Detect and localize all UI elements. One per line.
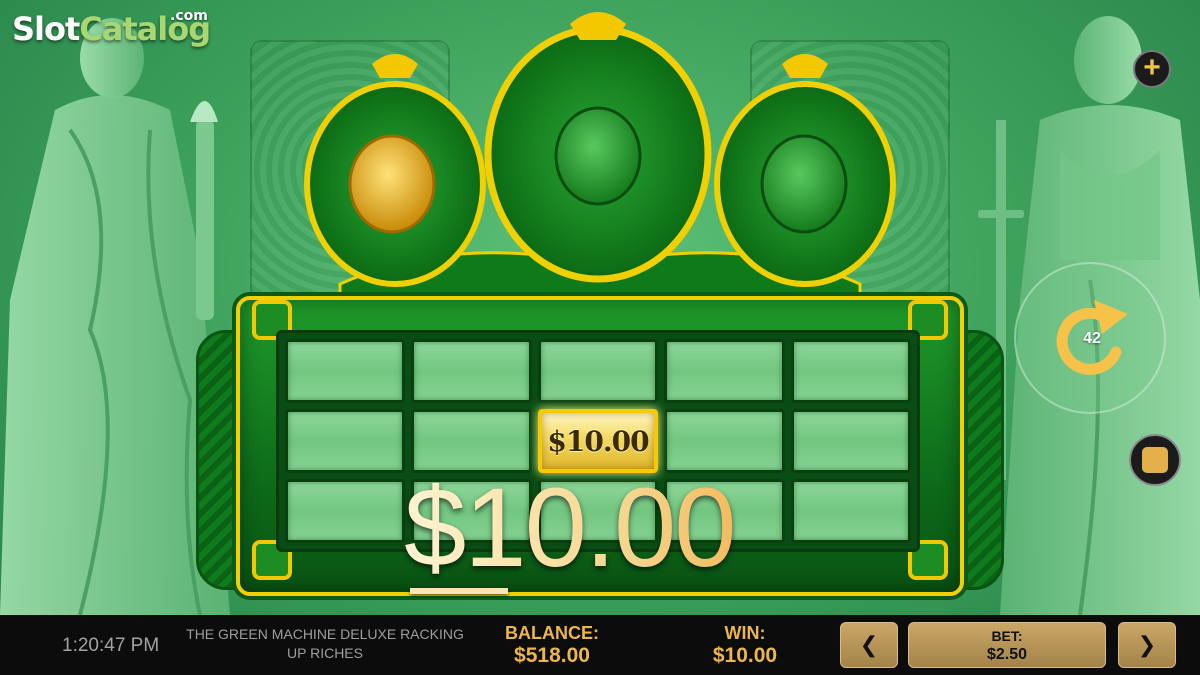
medallion-crest (300, 4, 900, 324)
bet-display[interactable]: BET: $2.50 (908, 622, 1106, 668)
game-title: THE GREEN MACHINE DELUXE RACKING UP RICH… (186, 626, 464, 661)
reel-cell (664, 339, 785, 403)
reel-cell (537, 339, 659, 403)
reel-cell (664, 409, 785, 473)
watermark-slot: Slot (12, 10, 80, 48)
slotcatalog-watermark: SlotCatalog .com (12, 8, 212, 58)
watermark-suffix: .com (170, 8, 208, 24)
reel-cell (285, 339, 406, 403)
plus-icon[interactable]: + (1133, 50, 1171, 88)
win-display: WIN: $10.00 (690, 623, 800, 669)
status-bar: 1:20:47 PM THE GREEN MACHINE DELUXE RACK… (0, 615, 1200, 675)
win-label: WIN: (724, 623, 766, 643)
win-amount-underline (410, 588, 508, 594)
stop-icon[interactable] (1129, 434, 1181, 486)
balance-display: BALANCE: $518.00 (492, 623, 612, 669)
reel-cell (411, 339, 532, 403)
reel-cell (285, 409, 406, 473)
clock: 1:20:47 PM (62, 635, 160, 656)
reel-cell (790, 339, 911, 403)
win-value: $10.00 (712, 644, 778, 667)
autospin-count: 42 (1083, 330, 1101, 347)
reel-cell (285, 479, 406, 543)
reel-cell (790, 409, 911, 473)
win-amount-display: $10.00 (404, 468, 824, 598)
bet-label: BET: (991, 628, 1023, 644)
autospin-button[interactable]: 42 (1014, 262, 1166, 414)
prize-symbol-value: $10.00 (547, 424, 649, 458)
balance-label: BALANCE: (505, 623, 599, 643)
bet-increase-button[interactable]: ❯ (1118, 622, 1176, 668)
reel-cell (411, 409, 532, 473)
bet-value: $2.50 (986, 646, 1028, 663)
balance-value: $518.00 (514, 644, 590, 667)
bet-decrease-button[interactable]: ❮ (840, 622, 898, 668)
prize-symbol-cell: $10.00 (537, 409, 659, 473)
